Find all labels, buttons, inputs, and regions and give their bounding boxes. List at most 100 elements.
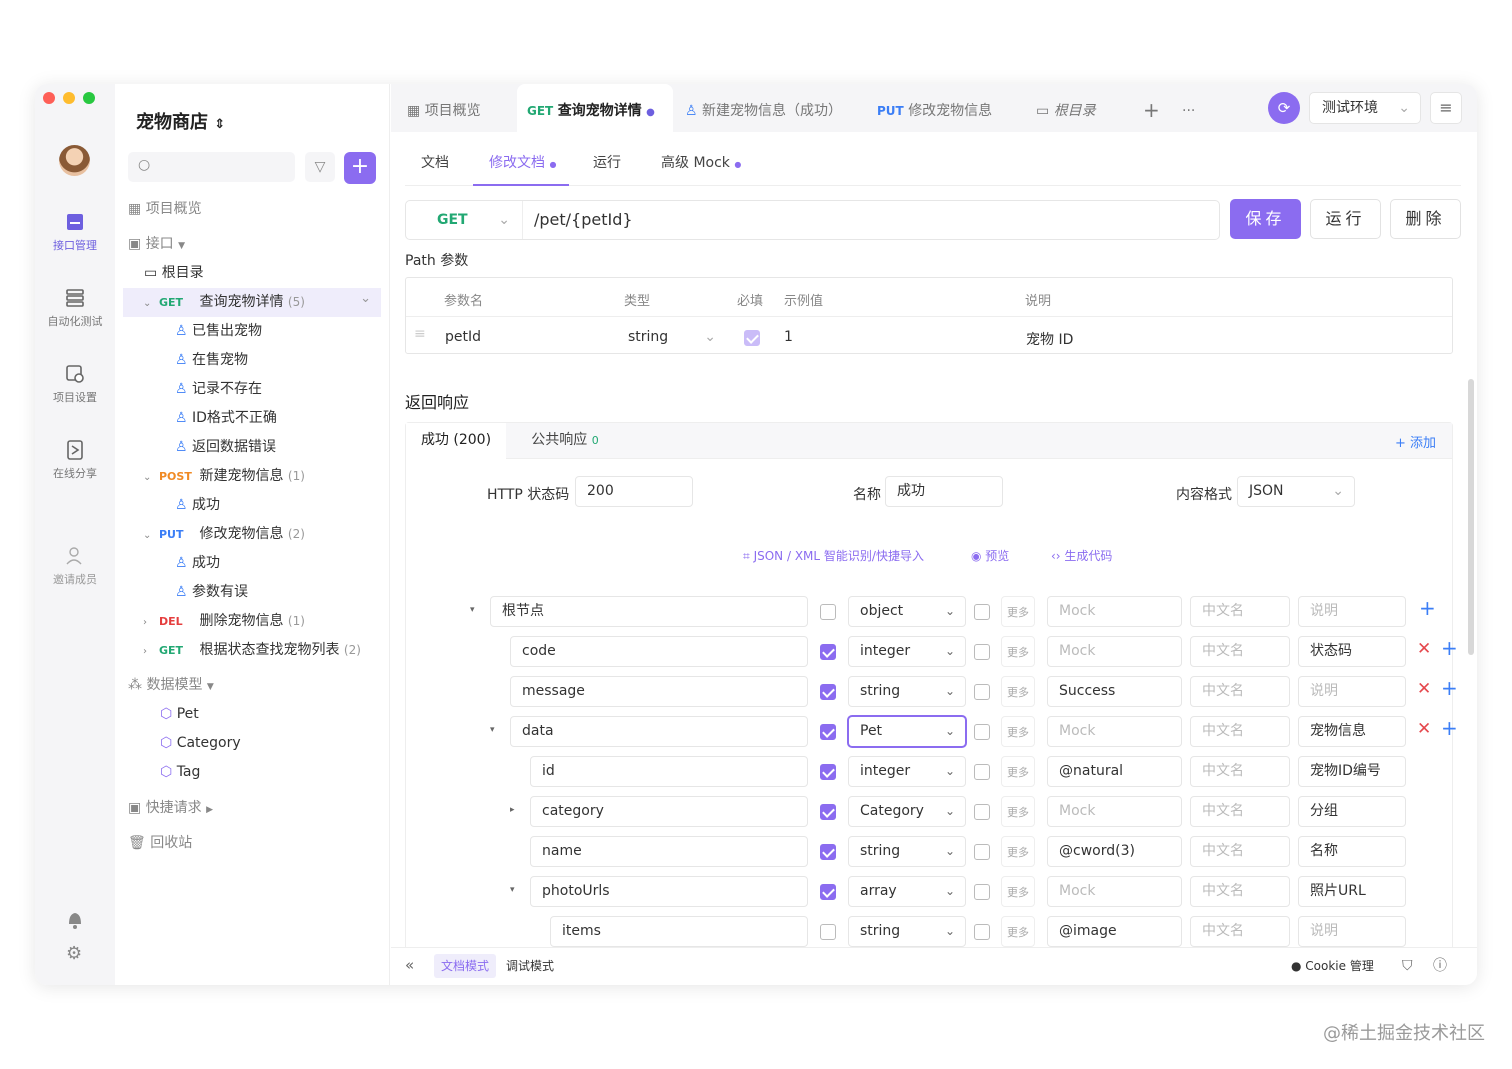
tab-create-pet[interactable]: ♙ 新建宠物信息（成功） xyxy=(685,84,842,132)
scrollbar[interactable] xyxy=(1468,379,1474,655)
shirt-icon[interactable]: ⛉ xyxy=(1402,954,1413,978)
field-name-input[interactable]: name xyxy=(530,836,808,867)
mock-input[interactable]: @cword(3) xyxy=(1047,836,1182,867)
preview-button[interactable]: ◉ 预览 xyxy=(971,547,1009,564)
desc-input[interactable]: 说明 xyxy=(1298,916,1406,947)
new-tab-button[interactable]: + xyxy=(1143,84,1160,132)
field-name-input[interactable]: code xyxy=(510,636,808,667)
cn-name-input[interactable]: 中文名 xyxy=(1190,676,1290,707)
field-name-input[interactable]: 根节点 xyxy=(490,596,808,627)
cn-name-input[interactable]: 中文名 xyxy=(1190,796,1290,827)
add-child-icon[interactable]: + xyxy=(1441,716,1458,740)
sidebar-endpoint[interactable]: › GET 根据状态查找宠物列表 (2) xyxy=(143,636,418,665)
sidebar-quick-request[interactable]: ▣ 快捷请求 ▶ xyxy=(128,794,403,823)
response-tab-common[interactable]: 公共响应 0 xyxy=(510,423,620,459)
required-checkbox[interactable] xyxy=(820,604,836,620)
tab-overview[interactable]: ▦ 项目概览 xyxy=(407,84,481,132)
mock-input[interactable]: @image xyxy=(1047,916,1182,947)
mock-input[interactable]: Mock xyxy=(1047,876,1182,907)
subtab-edit-doc[interactable]: 修改文档 ● xyxy=(489,152,556,172)
subtab-mock[interactable]: 高级 Mock ● xyxy=(661,152,741,172)
field-name-input[interactable]: category xyxy=(530,796,808,827)
subtab-run[interactable]: 运行 xyxy=(593,152,621,172)
nullable-checkbox[interactable] xyxy=(974,764,990,780)
collapse-sidebar-icon[interactable]: « xyxy=(405,956,414,974)
type-select[interactable]: integer ⌄ xyxy=(848,756,966,787)
add-response-button[interactable]: + 添加 xyxy=(1395,432,1436,451)
sidebar-overview[interactable]: ▦ 项目概览 xyxy=(128,195,403,224)
status-input[interactable]: 200 xyxy=(575,476,693,507)
rail-item-api[interactable]: 接口管理 xyxy=(35,212,115,253)
mock-input[interactable]: @natural xyxy=(1047,756,1182,787)
mock-input[interactable]: Success xyxy=(1047,676,1182,707)
project-switcher[interactable]: 宠物商店 ⇕ xyxy=(136,108,225,134)
mock-input[interactable]: Mock xyxy=(1047,596,1182,627)
method-select[interactable]: GET ⌄ xyxy=(406,201,523,239)
param-required-checkbox[interactable] xyxy=(744,330,760,346)
cn-name-input[interactable]: 中文名 xyxy=(1190,916,1290,947)
expand-caret-icon[interactable]: ▾ xyxy=(510,885,515,895)
required-checkbox[interactable] xyxy=(820,724,836,740)
rail-item-share[interactable]: 在线分享 xyxy=(35,440,115,481)
close-window-button[interactable] xyxy=(43,92,55,104)
menu-button[interactable]: ≡ xyxy=(1430,92,1462,124)
cn-name-input[interactable]: 中文名 xyxy=(1190,756,1290,787)
remove-icon[interactable]: ✕ xyxy=(1417,679,1431,699)
desc-input[interactable]: 分组 xyxy=(1298,796,1406,827)
save-button[interactable]: 保存 xyxy=(1230,199,1301,239)
maximize-window-button[interactable] xyxy=(83,92,95,104)
cn-name-input[interactable]: 中文名 xyxy=(1190,836,1290,867)
cn-name-input[interactable]: 中文名 xyxy=(1190,636,1290,667)
name-input[interactable]: 成功 xyxy=(885,476,1003,507)
type-select[interactable]: string ⌄ xyxy=(848,836,966,867)
field-name-input[interactable]: id xyxy=(530,756,808,787)
more-button[interactable]: 更多 xyxy=(1001,596,1035,627)
field-name-input[interactable]: photoUrls xyxy=(530,876,808,907)
drag-handle-icon[interactable]: ≡ xyxy=(414,326,426,342)
json-import-button[interactable]: ⌗ JSON / XML 智能识别/快捷导入 xyxy=(743,547,924,564)
sidebar-endpoint[interactable]: ⌄ GET 查询宠物详情 (5) xyxy=(123,284,381,317)
nullable-checkbox[interactable] xyxy=(974,844,990,860)
more-button[interactable]: 更多 xyxy=(1001,716,1035,747)
required-checkbox[interactable] xyxy=(820,804,836,820)
tab-root-dir[interactable]: ▭ 根目录 xyxy=(1036,84,1096,132)
param-name[interactable]: petId xyxy=(445,329,481,345)
cn-name-input[interactable]: 中文名 xyxy=(1190,716,1290,747)
minimize-window-button[interactable] xyxy=(63,92,75,104)
sidebar-endpoint[interactable]: ⌄ PUT 修改宠物信息 (2) xyxy=(143,520,418,549)
nullable-checkbox[interactable] xyxy=(974,884,990,900)
expand-caret-icon[interactable]: ▾ xyxy=(490,725,495,735)
type-select[interactable]: integer ⌄ xyxy=(848,636,966,667)
tab-get-pet[interactable]: GET 查询宠物详情 ● xyxy=(517,84,673,132)
delete-button[interactable]: 删除 xyxy=(1390,199,1461,239)
desc-input[interactable]: 名称 xyxy=(1298,836,1406,867)
more-button[interactable]: 更多 xyxy=(1001,676,1035,707)
gear-icon[interactable]: ⚙ xyxy=(66,943,82,964)
sidebar-endpoint[interactable]: ⌄ POST 新建宠物信息 (1) xyxy=(143,462,418,491)
required-checkbox[interactable] xyxy=(820,684,836,700)
format-select[interactable]: JSON ⌄ xyxy=(1237,476,1355,507)
add-child-icon[interactable]: + xyxy=(1441,636,1458,660)
more-button[interactable]: 更多 xyxy=(1001,756,1035,787)
response-tab-success[interactable]: 成功 (200) xyxy=(406,423,506,460)
type-select[interactable]: array ⌄ xyxy=(848,876,966,907)
param-example[interactable]: 1 xyxy=(784,329,793,345)
cn-name-input[interactable]: 中文名 xyxy=(1190,596,1290,627)
rail-item-automation[interactable]: 自动化测试 xyxy=(35,288,115,329)
desc-input[interactable]: 说明 xyxy=(1298,596,1406,627)
sidebar-endpoint[interactable]: › DEL 删除宠物信息 (1) xyxy=(143,607,418,636)
add-child-icon[interactable]: + xyxy=(1441,676,1458,700)
param-desc[interactable]: 宠物 ID xyxy=(1026,329,1073,349)
type-select[interactable]: string ⌄ xyxy=(848,676,966,707)
nullable-checkbox[interactable] xyxy=(974,644,990,660)
filter-button[interactable]: ▽ xyxy=(305,152,335,182)
more-button[interactable]: 更多 xyxy=(1001,916,1035,947)
rail-item-invite[interactable]: 邀请成员 xyxy=(35,546,115,587)
nullable-checkbox[interactable] xyxy=(974,804,990,820)
more-button[interactable]: 更多 xyxy=(1001,836,1035,867)
sidebar-root-dir[interactable]: ▭ 根目录 xyxy=(144,259,419,288)
sync-button[interactable]: ⟳ xyxy=(1268,92,1300,124)
codegen-button[interactable]: ‹› 生成代码 xyxy=(1051,547,1112,564)
remove-icon[interactable]: ✕ xyxy=(1417,719,1431,739)
more-button[interactable]: 更多 xyxy=(1001,796,1035,827)
